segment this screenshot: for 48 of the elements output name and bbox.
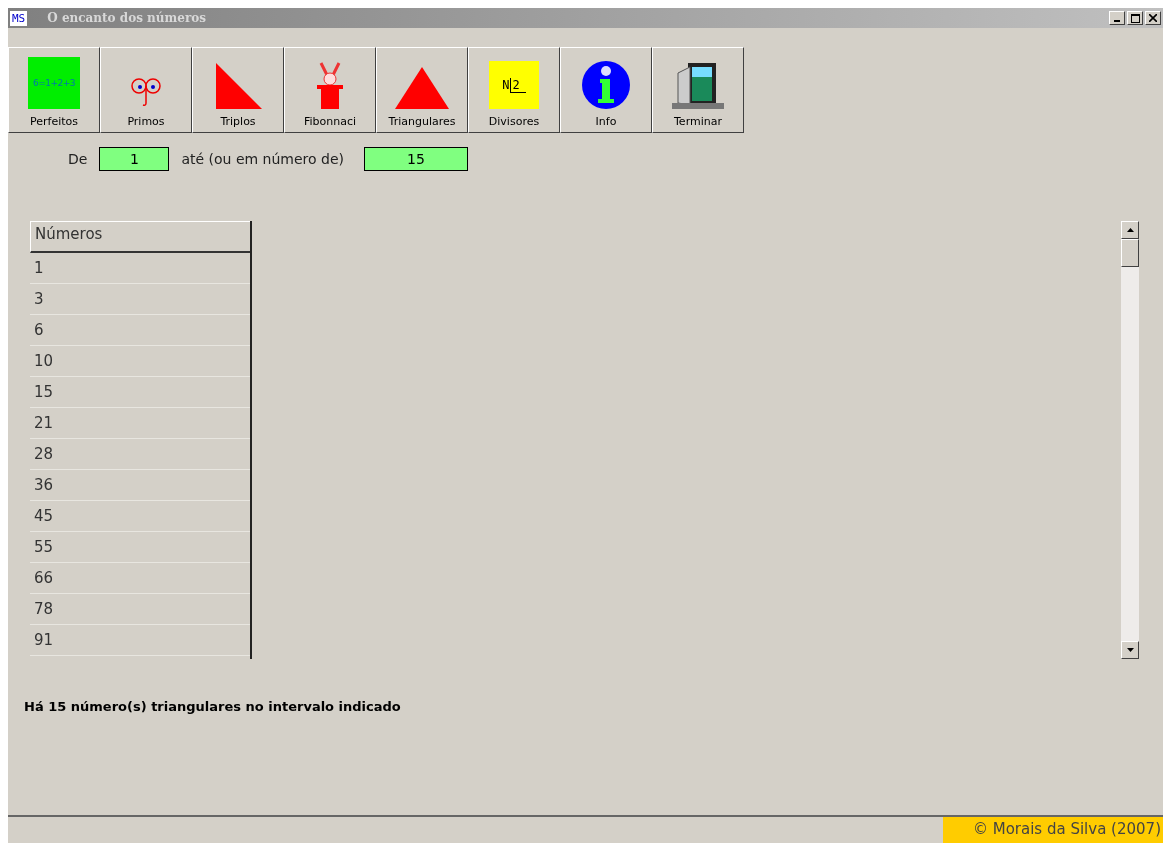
close-button[interactable] bbox=[1145, 11, 1161, 25]
toolbar-button[interactable]: Terminar bbox=[652, 47, 744, 133]
copyright-label: © Morais da Silva (2007) bbox=[942, 817, 1163, 843]
from-label: De bbox=[68, 151, 88, 167]
toolbar-button[interactable]: Triplos bbox=[192, 47, 284, 133]
right-triangle-icon bbox=[214, 63, 262, 109]
scroll-down-button[interactable] bbox=[1121, 641, 1139, 659]
door-icon bbox=[672, 63, 724, 109]
table-cell: 28 bbox=[30, 439, 250, 470]
table-cell: 36 bbox=[30, 470, 250, 501]
toolbar-button[interactable]: N 2 Divisores bbox=[468, 47, 560, 133]
app-badge: MS bbox=[10, 10, 28, 26]
maximize-icon bbox=[1130, 13, 1140, 23]
toolbar-button[interactable]: Primos bbox=[100, 47, 192, 133]
perfect-number-icon: 6=1+2+3 bbox=[28, 57, 80, 109]
table-cell: 91 bbox=[30, 625, 250, 656]
maximize-button[interactable] bbox=[1127, 11, 1143, 25]
eyes-icon bbox=[129, 75, 163, 109]
table-cell: 6 bbox=[30, 315, 250, 346]
toolbar-button[interactable]: Info bbox=[560, 47, 652, 133]
scroll-thumb[interactable] bbox=[1121, 239, 1139, 267]
up-arrow-icon bbox=[1126, 228, 1134, 232]
toolbar-button[interactable]: Triangulares bbox=[376, 47, 468, 133]
toolbar-button[interactable]: 6=1+2+3 Perfeitos bbox=[8, 47, 100, 133]
minimize-button[interactable] bbox=[1109, 11, 1125, 25]
divisor-icon: N 2 bbox=[489, 61, 539, 109]
table-cell: 78 bbox=[30, 594, 250, 625]
window-title: O encanto dos números bbox=[47, 11, 206, 25]
info-icon bbox=[582, 61, 630, 109]
table-cell: 55 bbox=[30, 532, 250, 563]
to-field[interactable]: 15 bbox=[364, 147, 468, 171]
table-cell: 45 bbox=[30, 501, 250, 532]
table-cell: 3 bbox=[30, 284, 250, 315]
triangle-icon bbox=[395, 67, 449, 109]
toolbar-button[interactable]: Fibonnaci bbox=[284, 47, 376, 133]
table-cell: 21 bbox=[30, 408, 250, 439]
table-cell: 15 bbox=[30, 377, 250, 408]
column-header: Números bbox=[30, 221, 250, 253]
table-cell: 10 bbox=[30, 346, 250, 377]
scroll-bar[interactable] bbox=[1121, 221, 1139, 659]
table-cell: 66 bbox=[30, 563, 250, 594]
scroll-up-button[interactable] bbox=[1121, 221, 1139, 239]
table-cell: 1 bbox=[30, 253, 250, 284]
to-label: até (ou em número de) bbox=[181, 151, 344, 167]
status-message: Há 15 número(s) triangulares no intervalo indicado bbox=[24, 699, 402, 714]
from-field[interactable]: 1 bbox=[99, 147, 170, 171]
close-icon bbox=[1149, 14, 1157, 22]
down-arrow-icon bbox=[1126, 648, 1134, 652]
